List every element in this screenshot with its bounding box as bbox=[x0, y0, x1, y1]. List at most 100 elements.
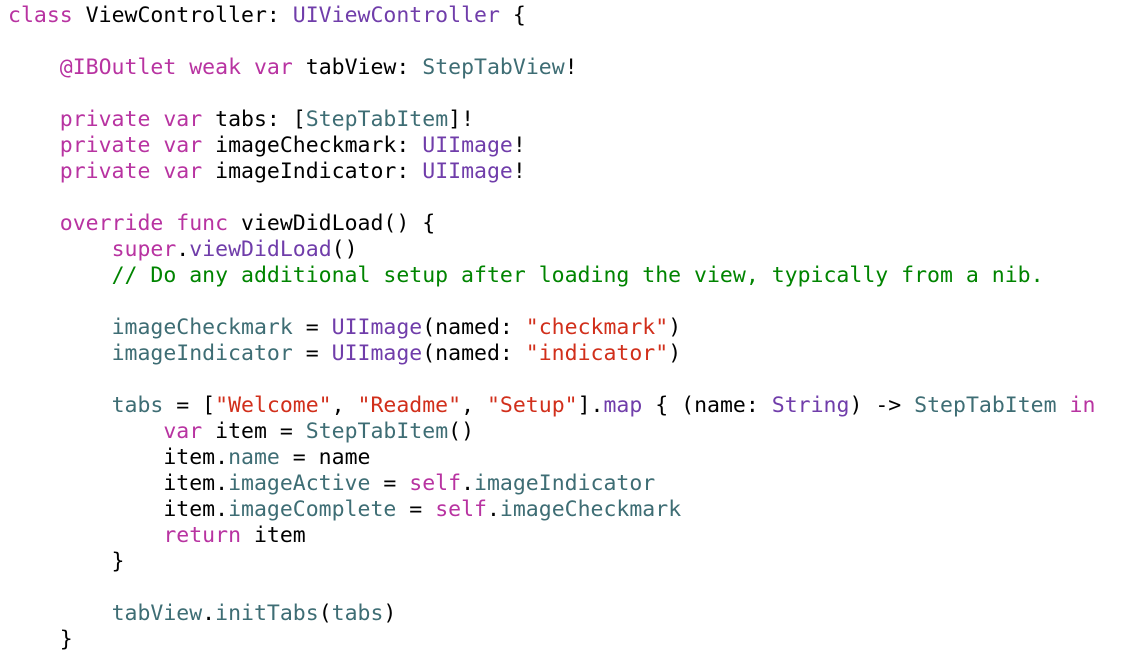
code-token: ) bbox=[668, 315, 682, 340]
code-token: return bbox=[163, 523, 242, 548]
code-token: viewDidLoad bbox=[189, 237, 332, 262]
code-token: StepTabItem bbox=[305, 419, 449, 444]
code-token: class bbox=[8, 3, 73, 28]
code-token: { (name: bbox=[642, 393, 772, 418]
code-token: map bbox=[603, 393, 643, 418]
code-token: var bbox=[163, 107, 203, 132]
source-code[interactable]: class ViewController: UIViewController {… bbox=[0, 0, 1128, 653]
code-line: var item = StepTabItem() bbox=[8, 419, 1128, 445]
code-token: imageComplete bbox=[228, 497, 397, 522]
code-token: ( bbox=[318, 601, 332, 626]
code-token: ! bbox=[564, 55, 578, 80]
code-token: "Setup" bbox=[486, 393, 578, 418]
code-token: tabView: bbox=[292, 55, 423, 80]
code-token: "Readme" bbox=[357, 393, 462, 418]
code-line: override func viewDidLoad() { bbox=[8, 211, 1128, 237]
code-token: ! bbox=[512, 133, 526, 158]
code-token: imageCheckmark bbox=[111, 315, 293, 340]
code-token: var bbox=[163, 133, 203, 158]
code-line: imageIndicator = UIImage(named: "indicat… bbox=[8, 341, 1128, 367]
code-token: = bbox=[370, 471, 410, 496]
code-token: imageIndicator: bbox=[202, 159, 423, 184]
code-token: func bbox=[176, 211, 229, 236]
code-token: } bbox=[8, 627, 73, 652]
code-line: private var imageIndicator: UIImage! bbox=[8, 159, 1128, 185]
code-token: ) bbox=[383, 601, 397, 626]
code-token: UIImage bbox=[422, 133, 513, 158]
code-token: (named: bbox=[422, 341, 526, 366]
code-line: // Do any additional setup after loading… bbox=[8, 263, 1128, 289]
code-token: item. bbox=[8, 471, 229, 496]
code-editor[interactable]: class ViewController: UIViewController {… bbox=[0, 0, 1128, 662]
code-token: UIImage bbox=[331, 341, 423, 366]
code-token: StepTabItem bbox=[305, 107, 449, 132]
code-token: var bbox=[163, 419, 203, 444]
code-line: tabView.initTabs(tabs) bbox=[8, 601, 1128, 627]
code-line: private var tabs: [StepTabItem]! bbox=[8, 107, 1128, 133]
code-token: (named: bbox=[422, 315, 526, 340]
code-token: name bbox=[228, 445, 280, 470]
code-line: class ViewController: UIViewController { bbox=[8, 3, 1128, 29]
code-token: . bbox=[202, 601, 216, 626]
code-token: . bbox=[461, 471, 475, 496]
code-token: ) -> bbox=[849, 393, 915, 418]
code-token: "indicator" bbox=[525, 341, 669, 366]
code-token: = bbox=[396, 497, 436, 522]
code-line: } bbox=[8, 627, 1128, 653]
code-token: imageActive bbox=[228, 471, 371, 496]
code-token: tabView bbox=[111, 601, 203, 626]
code-token: tabs bbox=[111, 393, 164, 418]
code-token: imageCheckmark: bbox=[202, 133, 423, 158]
code-token: initTabs bbox=[215, 601, 319, 626]
code-token: String bbox=[771, 393, 850, 418]
code-token: item. bbox=[8, 497, 229, 522]
code-token: , bbox=[331, 393, 358, 418]
code-line: private var imageCheckmark: UIImage! bbox=[8, 133, 1128, 159]
code-token: item bbox=[241, 523, 306, 548]
code-token: = name bbox=[279, 445, 371, 470]
code-token: private bbox=[59, 133, 151, 158]
code-line: return item bbox=[8, 523, 1128, 549]
code-token: = [ bbox=[163, 393, 216, 418]
code-token: } bbox=[8, 549, 125, 574]
code-token: private bbox=[59, 159, 151, 184]
code-token: ! bbox=[512, 159, 526, 184]
code-token: var bbox=[163, 159, 203, 184]
code-token: = bbox=[292, 341, 332, 366]
code-token: imageCheckmark bbox=[499, 497, 682, 522]
code-line: imageCheckmark = UIImage(named: "checkma… bbox=[8, 315, 1128, 341]
code-token: viewDidLoad() { bbox=[228, 211, 436, 236]
code-line: item.imageComplete = self.imageCheckmark bbox=[8, 497, 1128, 523]
code-token: imageIndicator bbox=[111, 341, 293, 366]
code-token: override bbox=[59, 211, 164, 236]
code-token: { bbox=[499, 3, 526, 28]
code-token: super bbox=[111, 237, 177, 262]
code-token: ]. bbox=[577, 393, 604, 418]
code-line: @IBOutlet weak var tabView: StepTabView! bbox=[8, 55, 1128, 81]
code-token: "checkmark" bbox=[525, 315, 669, 340]
code-token: self bbox=[435, 497, 487, 522]
code-line: item.imageActive = self.imageIndicator bbox=[8, 471, 1128, 497]
code-line: tabs = ["Welcome", "Readme", "Setup"].ma… bbox=[8, 393, 1128, 419]
code-token: tabs bbox=[331, 601, 384, 626]
code-token: StepTabView bbox=[422, 55, 565, 80]
